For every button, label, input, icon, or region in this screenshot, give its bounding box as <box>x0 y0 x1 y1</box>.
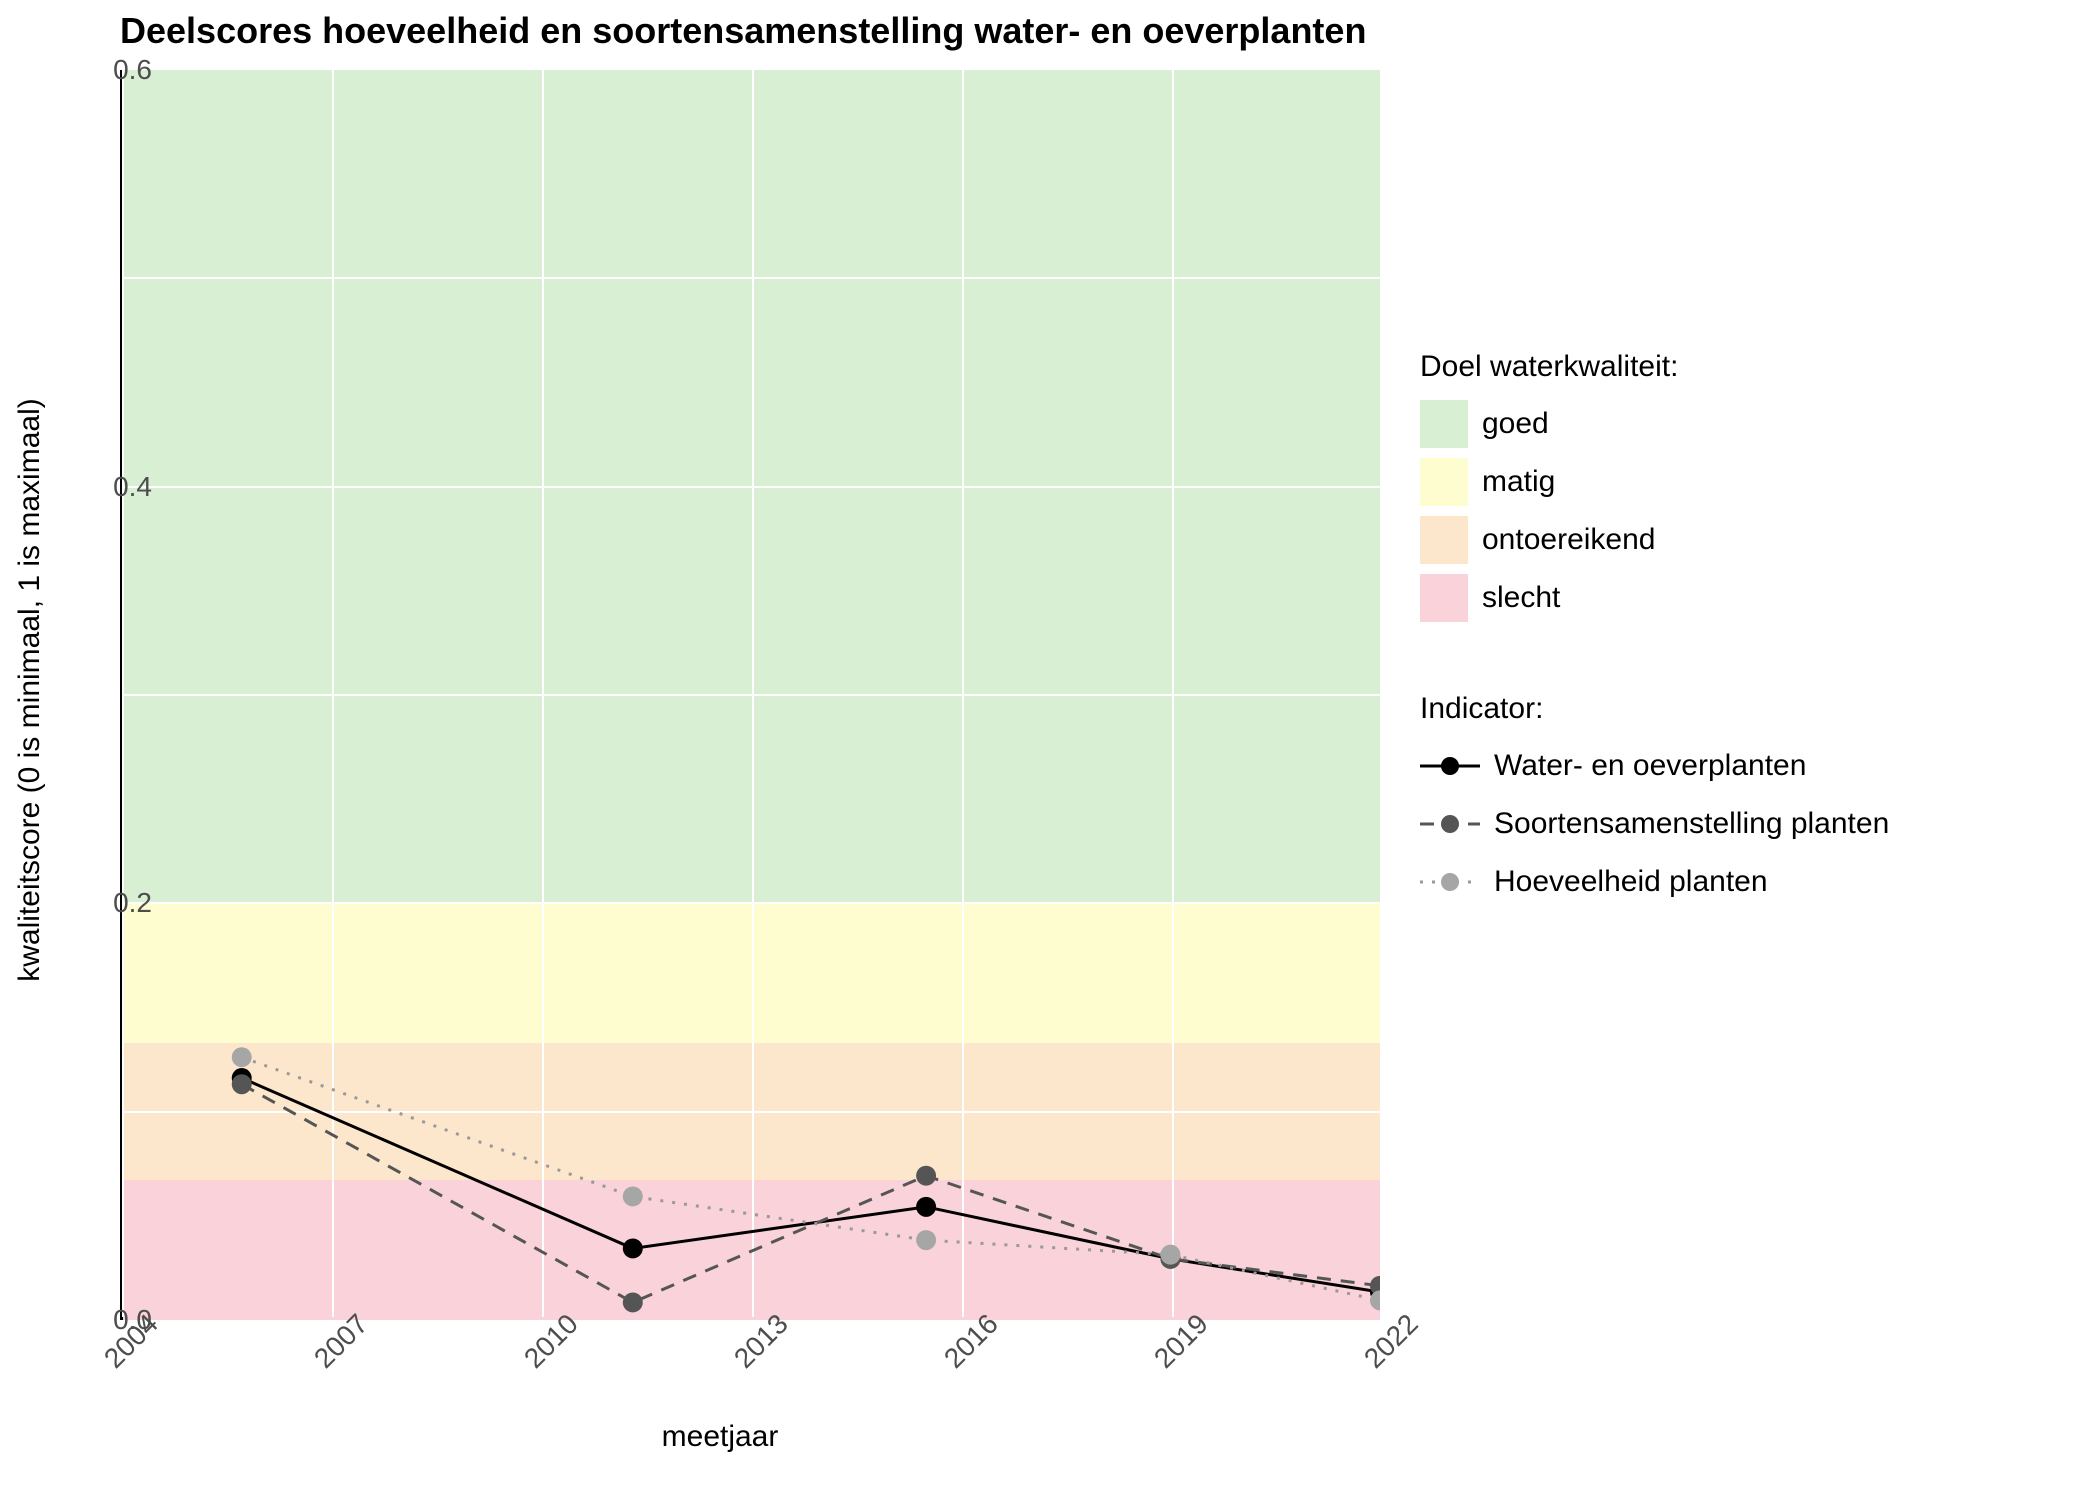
y-tick-label: 0.2 <box>72 887 152 919</box>
legend-swatch <box>1420 574 1468 622</box>
gridline-v <box>542 70 544 1317</box>
chart-container: Deelscores hoeveelheid en soortensamenst… <box>0 0 2100 1500</box>
legend-band-label: goed <box>1482 407 1549 441</box>
legend-line-swatch <box>1420 858 1480 906</box>
legend-bands-title: Doel waterkwaliteit: <box>1420 350 2070 384</box>
gridline-v <box>962 70 964 1317</box>
y-tick-label: 0.4 <box>72 471 152 503</box>
gridline-v <box>122 70 124 1317</box>
legend-series-item: Water- en oeverplanten <box>1420 742 2070 790</box>
y-tick-label: 0.6 <box>72 54 152 86</box>
legend-series-item: Soortensamenstelling planten <box>1420 800 2070 848</box>
gridline-v <box>1172 70 1174 1317</box>
gridline-v <box>1382 70 1384 1317</box>
legend-series: Water- en oeverplanten Soortensamenstelli… <box>1420 742 2070 906</box>
legend-band-label: matig <box>1482 465 1555 499</box>
legend-series-title: Indicator: <box>1420 692 2070 726</box>
legend-swatch <box>1420 458 1468 506</box>
legend-bands: goed matig ontoereikend slecht <box>1420 400 2070 622</box>
legend-band-label: slecht <box>1482 581 1560 615</box>
legend-swatch <box>1420 516 1468 564</box>
legend-series-label: Soortensamenstelling planten <box>1494 807 1889 841</box>
legend-line-swatch <box>1420 800 1480 848</box>
legend-band-item: goed <box>1420 400 2070 448</box>
legend-band-item: matig <box>1420 458 2070 506</box>
plot-area <box>120 70 1380 1320</box>
legend-band-item: ontoereikend <box>1420 516 2070 564</box>
y-axis-label: kwaliteitscore (0 is minimaal, 1 is maxi… <box>13 398 47 981</box>
legend-line-swatch <box>1420 742 1480 790</box>
legend: Doel waterkwaliteit: goed matig ontoereike… <box>1420 350 2070 916</box>
gridline-v <box>332 70 334 1317</box>
legend-series-label: Water- en oeverplanten <box>1494 749 1806 783</box>
legend-series-label: Hoeveelheid planten <box>1494 865 1768 899</box>
legend-band-item: slecht <box>1420 574 2070 622</box>
chart-title: Deelscores hoeveelheid en soortensamenst… <box>120 10 1366 52</box>
legend-band-label: ontoereikend <box>1482 523 1655 557</box>
legend-swatch <box>1420 400 1468 448</box>
gridline-v <box>752 70 754 1317</box>
legend-series-item: Hoeveelheid planten <box>1420 858 2070 906</box>
x-axis-label: meetjaar <box>662 1420 779 1454</box>
